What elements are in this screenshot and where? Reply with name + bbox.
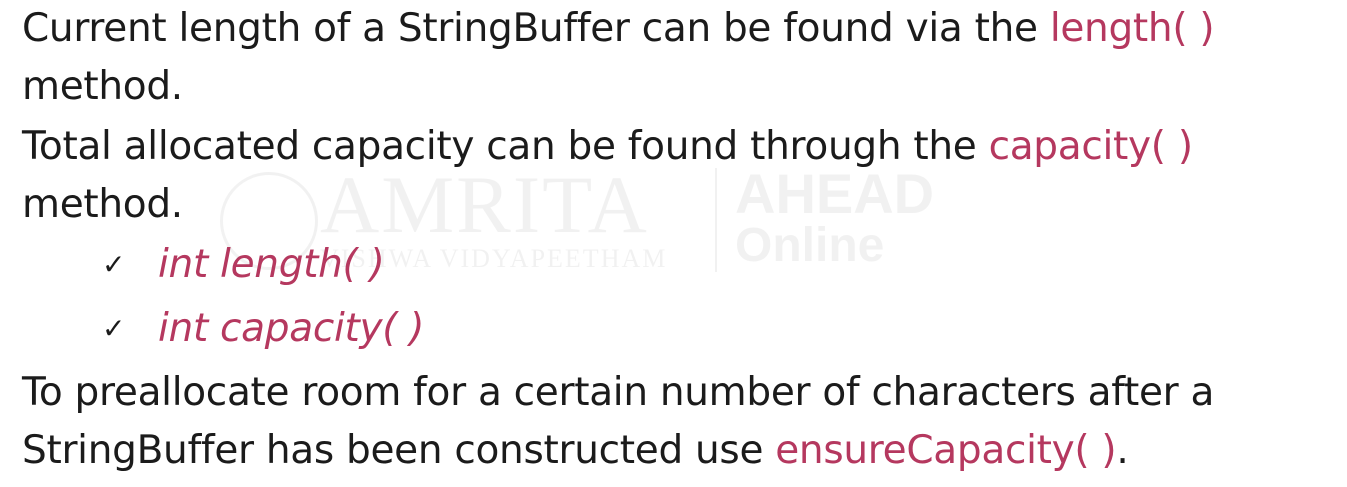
paragraph-text: To preallocate room for a certain number…: [22, 370, 1215, 415]
paragraph-text: StringBuffer has been constructed use: [22, 428, 776, 473]
method-length: length( ): [1049, 6, 1215, 51]
method-ensure-capacity: ensureCapacity( ): [775, 428, 1117, 473]
paragraph-text: Total allocated capacity can be found th…: [22, 124, 989, 169]
paragraph-length: Current length of a StringBuffer can be …: [22, 0, 1215, 116]
code-signature: int capacity( ): [158, 306, 425, 351]
paragraph-capacity: Total allocated capacity can be found th…: [22, 118, 1193, 234]
checkmark-icon: ✓: [102, 248, 126, 281]
bullet-item: ✓ int capacity( ): [102, 300, 425, 358]
paragraph-ensure-capacity: To preallocate room for a certain number…: [22, 364, 1214, 480]
method-capacity: capacity( ): [988, 124, 1193, 169]
paragraph-text: Current length of a StringBuffer can be …: [22, 6, 1050, 51]
checkmark-icon: ✓: [102, 312, 126, 345]
paragraph-text: method.: [22, 182, 183, 227]
paragraph-text: method.: [22, 64, 183, 109]
bullet-item: ✓ int length( ): [102, 236, 385, 294]
paragraph-text: .: [1116, 428, 1129, 473]
slide-content: Current length of a StringBuffer can be …: [22, 0, 1337, 487]
code-signature: int length( ): [158, 242, 385, 287]
